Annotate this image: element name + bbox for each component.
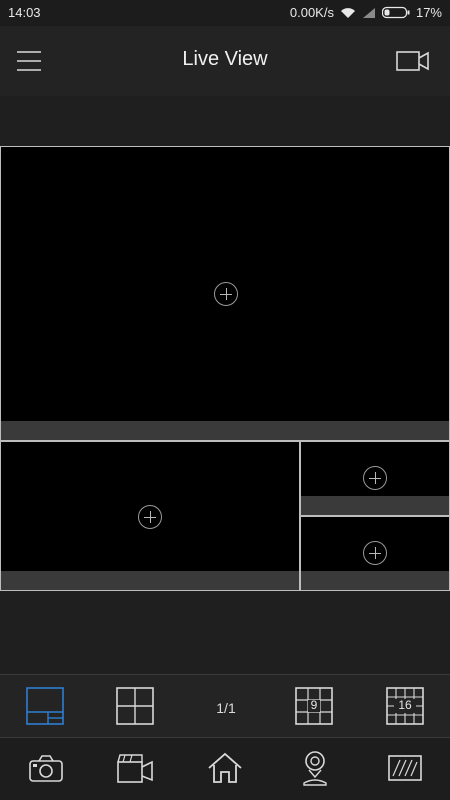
signal-icon — [362, 7, 375, 18]
add-channel-icon[interactable] — [138, 505, 162, 529]
cell-1-info-bar — [1, 421, 449, 440]
network-speed: 0.00K/s — [289, 5, 334, 20]
layout-16-label: 16 — [398, 698, 412, 712]
layout-9-icon[interactable]: 9 — [295, 687, 333, 725]
status-right: 0.00K/s 17% — [290, 5, 442, 20]
battery-icon — [381, 6, 410, 19]
record-clip-icon[interactable] — [116, 752, 154, 784]
layout-16-icon[interactable]: 16 — [386, 687, 424, 725]
home-icon[interactable] — [207, 751, 243, 785]
fullscreen-icon[interactable] — [388, 755, 422, 781]
add-channel-icon[interactable] — [363, 466, 387, 490]
video-cell-1[interactable] — [0, 146, 450, 441]
add-channel-icon[interactable] — [363, 541, 387, 565]
cell-4-info-bar — [301, 571, 449, 590]
video-cell-2[interactable] — [0, 441, 300, 591]
wifi-icon — [340, 7, 355, 18]
cell-2-info-bar — [1, 571, 299, 590]
battery-level: 17% — [415, 5, 442, 20]
video-cell-3[interactable] — [300, 441, 450, 516]
layout-1plus3-icon[interactable] — [26, 687, 64, 725]
cell-3-info-bar — [301, 496, 449, 515]
layout-9-label: 9 — [310, 698, 318, 712]
page-indicator: 1/1 — [216, 700, 236, 716]
video-cell-4[interactable] — [300, 516, 450, 591]
status-time: 14:03 — [8, 5, 41, 20]
add-channel-icon[interactable] — [214, 282, 238, 306]
page-title: Live View — [182, 48, 268, 70]
layout-4-icon[interactable] — [116, 687, 154, 725]
video-camera-icon[interactable] — [396, 50, 430, 72]
snapshot-camera-icon[interactable] — [28, 754, 64, 784]
ptz-control-icon[interactable] — [301, 749, 329, 787]
video-grid — [0, 146, 450, 591]
